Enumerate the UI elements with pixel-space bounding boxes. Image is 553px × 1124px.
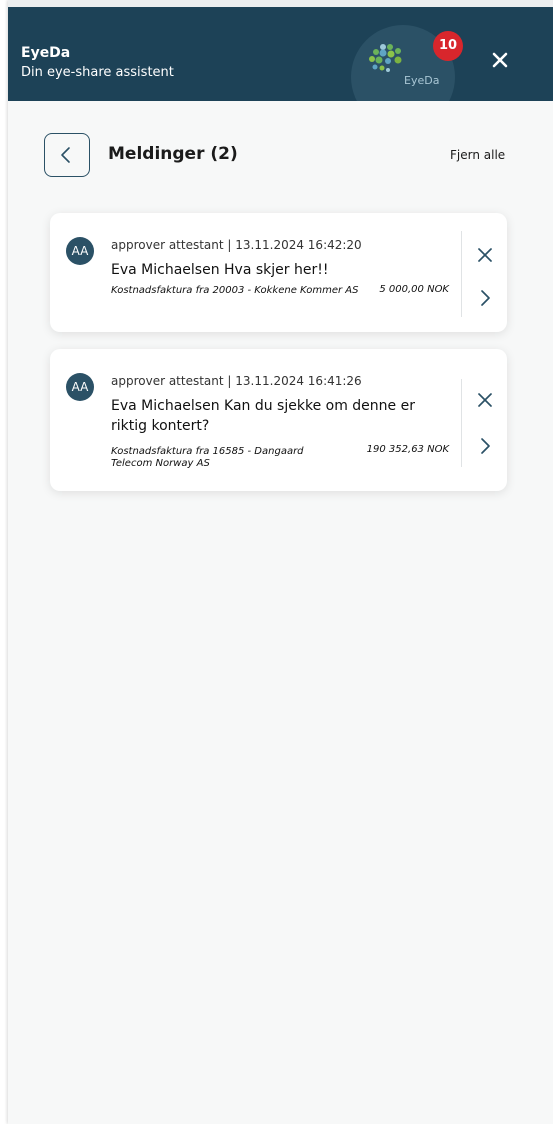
message-meta: approver attestant | 13.11.2024 16:42:20 <box>111 238 362 252</box>
eyeda-assistant-panel: EyeDa Din eye-share assistent EyeDa 10 M… <box>8 0 553 1124</box>
message-card[interactable]: AA approver attestant | 13.11.2024 16:41… <box>50 349 507 491</box>
invoice-amount: 5 000,00 NOK <box>379 284 449 295</box>
header-title: EyeDa <box>21 45 71 61</box>
top-strip <box>8 0 553 7</box>
message-card[interactable]: AA approver attestant | 13.11.2024 16:42… <box>50 213 507 332</box>
back-button[interactable] <box>44 133 90 177</box>
chevron-left-icon <box>61 147 70 163</box>
eyeda-logo-icon <box>369 44 402 72</box>
notification-badge: 10 <box>433 31 463 61</box>
message-text: Eva Michaelsen Hva skjer her!! <box>111 262 329 278</box>
close-icon <box>478 393 492 407</box>
message-text: Eva Michaelsen Kan du sjekke om denne er… <box>111 398 415 434</box>
message-meta: approver attestant | 13.11.2024 16:41:26 <box>111 374 362 388</box>
invoice-reference: Kostnadsfaktura fra 16585 - Dangaard Tel… <box>111 446 304 469</box>
header-subtitle: Din eye-share assistent <box>21 65 174 80</box>
chevron-right-icon <box>481 438 490 454</box>
invoice-reference: Kostnadsfaktura fra 20003 - Kokkene Komm… <box>111 285 359 296</box>
avatar: AA <box>66 237 94 265</box>
logo-text: EyeDa <box>404 74 440 87</box>
page-title: Meldinger (2) <box>108 144 238 164</box>
divider <box>461 379 462 467</box>
open-message-button[interactable] <box>476 289 494 307</box>
dismiss-message-button[interactable] <box>476 246 494 264</box>
divider <box>461 231 462 317</box>
invoice-amount: 190 352,63 NOK <box>366 444 449 455</box>
close-icon <box>492 52 508 68</box>
avatar: AA <box>66 373 94 401</box>
chevron-right-icon <box>481 290 490 306</box>
remove-all-button[interactable]: Fjern alle <box>450 148 505 162</box>
close-icon <box>478 248 492 262</box>
header: EyeDa Din eye-share assistent EyeDa 10 <box>8 7 553 101</box>
open-message-button[interactable] <box>476 437 494 455</box>
dismiss-message-button[interactable] <box>476 391 494 409</box>
close-panel-button[interactable] <box>487 47 513 73</box>
